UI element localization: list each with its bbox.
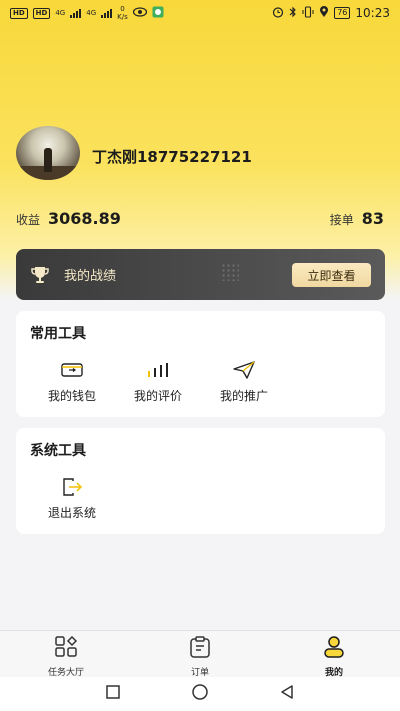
username: 丁杰刚18775227121 [92,148,252,166]
wallet-tool[interactable]: 我的钱包 [32,361,112,404]
orders-stat: 接单 83 [330,209,384,228]
tab-orders[interactable]: 订单 [160,636,240,678]
location-icon [319,5,329,21]
tool-label: 退出系统 [47,506,96,520]
logout-icon [60,478,84,496]
income-value: 3068.89 [48,209,121,228]
wallet-icon [60,361,84,379]
clock: 10:23 [355,6,390,20]
tab-task-hall[interactable]: 任务大厅 [26,635,106,678]
tool-label: 我的评价 [133,389,182,403]
battery-indicator: 76 [334,7,351,19]
orders-value: 83 [361,209,384,228]
net-speed: 0 K/s [117,5,128,21]
user-icon [322,636,346,662]
signal-icon [70,8,82,18]
orders-label: 接单 [329,213,354,227]
income-label: 收益 [16,213,41,227]
back-icon[interactable] [279,684,295,704]
home-icon[interactable] [191,683,209,705]
paper-plane-icon [232,361,256,379]
bluetooth-icon [289,6,297,21]
status-bar: HD HD 4G 4G 0 K/s 76 10:23 [0,0,400,26]
app-notification-icon [152,6,164,21]
system-tools-title: 系统工具 [30,443,86,459]
rating-tool[interactable]: 我的评价 [118,361,198,404]
achievement-banner[interactable]: 我的战绩 立即查看 [16,249,385,300]
banner-decoration [221,263,239,281]
tool-label: 我的钱包 [47,389,96,403]
view-now-button[interactable]: 立即查看 [292,263,371,287]
bottom-navigation: 任务大厅 订单 我的 [0,630,400,678]
system-tools-card: 系统工具 退出系统 [16,428,385,534]
eye-icon [132,6,147,20]
common-tools-card: 常用工具 我的钱包 我的评价 我的推广 [16,311,385,417]
network-label: 4G [55,9,66,17]
tab-mine[interactable]: 我的 [294,636,374,678]
net-speed-unit: K/s [117,13,128,21]
net-speed-value: 0 [120,5,125,13]
system-navigation-bar [0,677,400,711]
promotion-tool[interactable]: 我的推广 [204,361,284,404]
logout-tool[interactable]: 退出系统 [32,478,112,521]
common-tools-title: 常用工具 [30,326,86,342]
bar-chart-icon [146,361,170,379]
tool-label: 我的推广 [219,389,268,403]
recent-apps-icon[interactable] [105,684,121,704]
vibrate-icon [302,5,314,21]
hd-badge: HD [32,7,51,19]
clipboard-icon [188,636,212,662]
hd-badge: HD [10,7,28,19]
income-stat: 收益 3068.89 [16,209,121,228]
avatar[interactable] [16,126,80,180]
alarm-icon [272,6,284,21]
grid-icon [54,635,78,662]
trophy-icon [30,265,50,285]
network-label: 4G [86,9,97,17]
avatar-figure [44,148,52,172]
signal-icon [101,8,113,18]
banner-title: 我的战绩 [64,269,117,284]
